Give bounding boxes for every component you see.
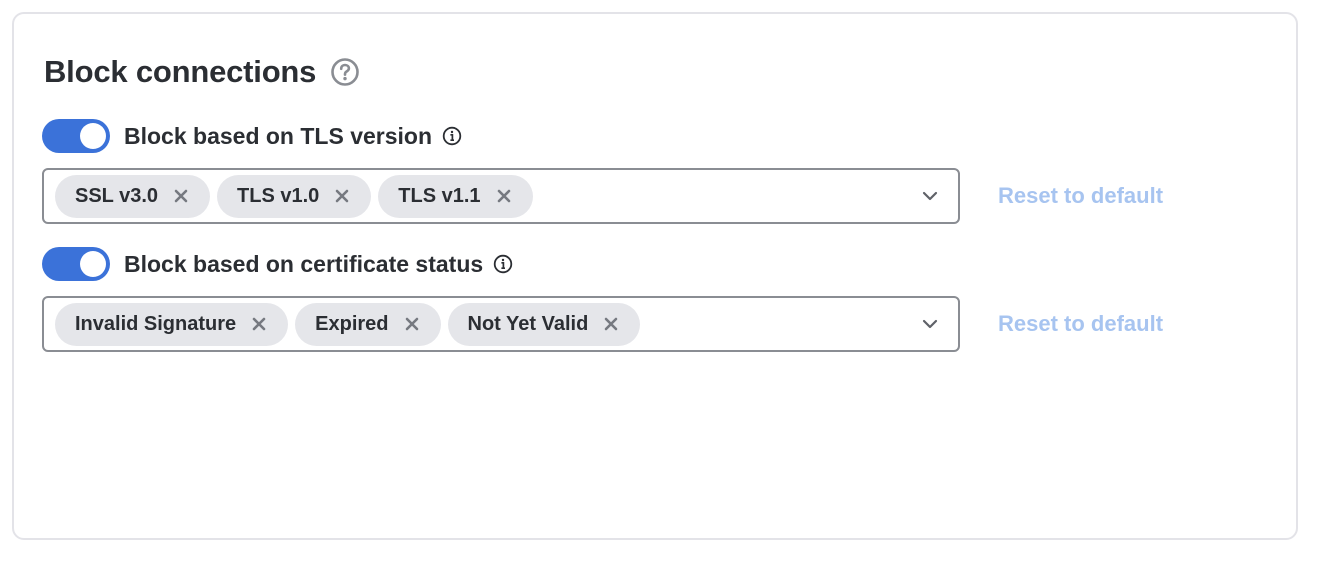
close-icon[interactable] [497, 189, 511, 203]
tls-chip-tls-v11: TLS v1.1 [378, 174, 533, 218]
certificate-status-section: Block based on certificate status Invali… [42, 246, 1282, 352]
toggle-knob [80, 251, 106, 277]
cert-chip-invalid-signature: Invalid Signature [55, 302, 289, 346]
certificate-status-toggle[interactable] [42, 247, 110, 281]
close-icon[interactable] [252, 317, 266, 331]
tls-toggle-row: Block based on TLS version [42, 118, 1282, 154]
tls-reset-to-default-link[interactable]: Reset to default [998, 183, 1163, 209]
close-icon[interactable] [335, 189, 349, 203]
chip-label: TLS v1.1 [398, 184, 481, 207]
info-circle-icon[interactable] [493, 254, 513, 274]
chip-label: TLS v1.0 [237, 184, 320, 207]
chip-label: SSL v3.0 [75, 184, 159, 207]
block-connections-panel: Block connections Block based on TLS ver… [12, 12, 1298, 540]
chip-label: Not Yet Valid [467, 312, 589, 335]
tls-version-section: Block based on TLS version SSL v3.0 TLS … [42, 118, 1282, 224]
panel-header: Block connections [44, 50, 360, 94]
close-icon[interactable] [405, 317, 419, 331]
cert-select-row: Invalid Signature Expired Not Yet Valid [42, 296, 1282, 352]
info-circle-icon[interactable] [442, 126, 462, 146]
certificate-status-multiselect[interactable]: Invalid Signature Expired Not Yet Valid [42, 296, 960, 352]
close-icon[interactable] [174, 189, 188, 203]
tls-toggle-label: Block based on TLS version [124, 122, 433, 149]
question-circle-icon[interactable] [330, 57, 360, 87]
tls-chip-tls-v10: TLS v1.0 [217, 174, 372, 218]
cert-toggle-label: Block based on certificate status [124, 250, 484, 277]
panel-title: Block connections [44, 54, 317, 89]
chip-label: Expired [315, 312, 389, 335]
tls-chip-ssl-v3: SSL v3.0 [55, 174, 211, 218]
tls-version-toggle[interactable] [42, 119, 110, 153]
cert-chip-expired: Expired [295, 302, 441, 346]
chip-label: Invalid Signature [75, 312, 237, 335]
cert-toggle-row: Block based on certificate status [42, 246, 1282, 282]
close-icon[interactable] [604, 317, 618, 331]
chevron-down-icon[interactable] [922, 189, 938, 203]
cert-reset-to-default-link[interactable]: Reset to default [998, 311, 1163, 337]
tls-select-row: SSL v3.0 TLS v1.0 TLS v1.1 Reset to defa… [42, 168, 1282, 224]
tls-version-multiselect[interactable]: SSL v3.0 TLS v1.0 TLS v1.1 [42, 168, 960, 224]
chevron-down-icon[interactable] [922, 317, 938, 331]
toggle-knob [80, 123, 106, 149]
cert-chip-not-yet-valid: Not Yet Valid [447, 302, 641, 346]
